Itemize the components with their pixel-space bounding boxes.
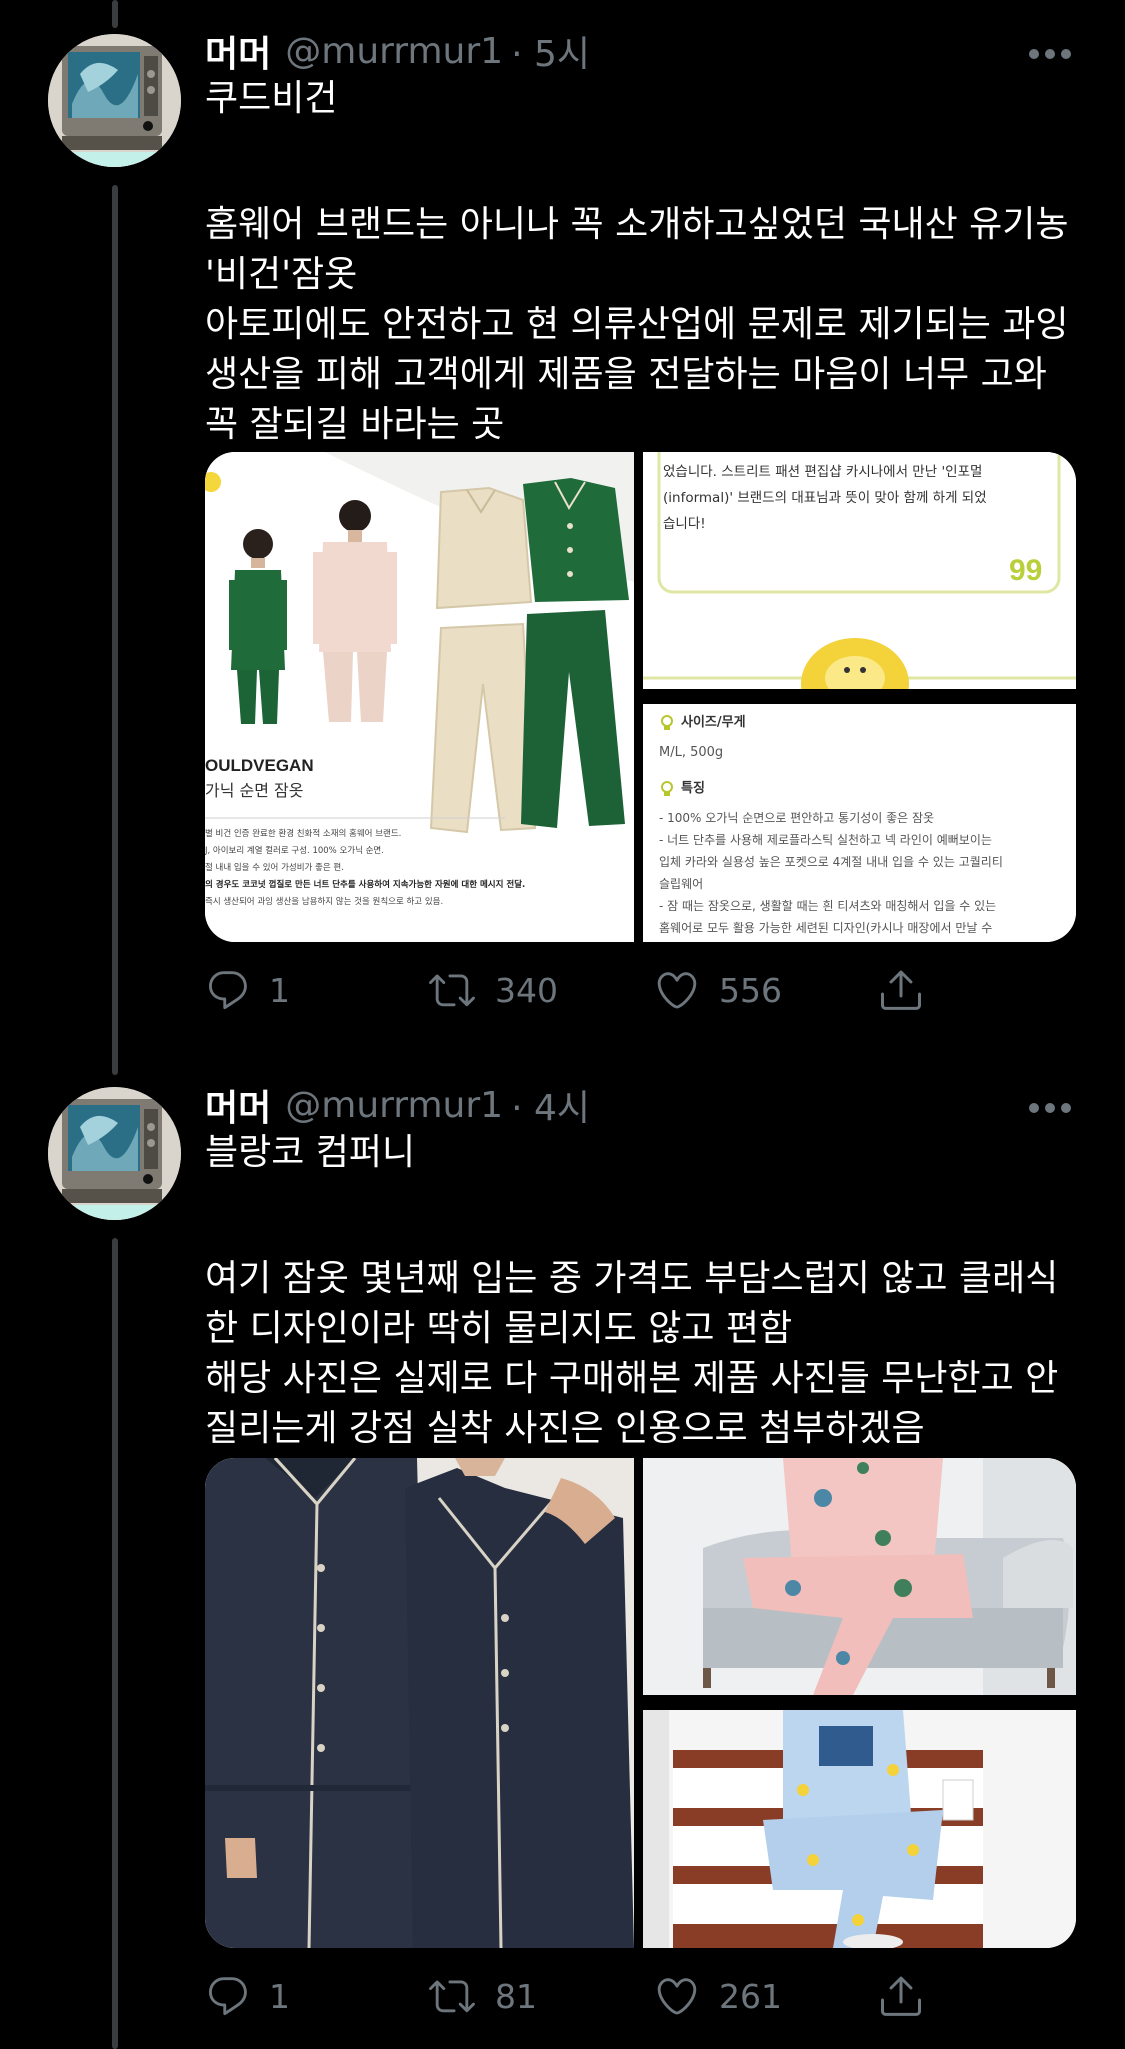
retweet-button[interactable]: 81 [427, 1966, 537, 2026]
reply-button[interactable]: 1 [205, 960, 290, 1020]
reply-icon [209, 971, 247, 1010]
tweet-line: 블랑코 컴퍼니 [205, 1132, 416, 1173]
share-button[interactable] [877, 1966, 925, 2026]
tweet-line: 한 디자인이라 딱히 물리지도 않고 편함 [205, 1308, 793, 1349]
tweet-line: 홈웨어 브랜드는 아니나 꼭 소개하고싶었던 국내산 유기농 [205, 204, 1069, 245]
feature-line: - 100% 오가닉 순면으로 편안하고 통기성이 좋은 잠옷 [659, 811, 934, 825]
tweet-line: 질리는게 강점 실착 사진은 인용으로 첨부하겠음 [205, 1408, 925, 1449]
reply-icon [209, 1977, 247, 2016]
author-name[interactable]: 머머 [205, 1079, 271, 1131]
tweet-header: 머머 @murrmur1 · 5시 [205, 26, 590, 76]
reply-count: 1 [269, 1976, 290, 2016]
quote-mark: 99 [1009, 554, 1042, 587]
like-button[interactable]: 261 [653, 1966, 782, 2026]
tweet-text: 블랑코 컴퍼니 여기 잠옷 몇년째 입는 중 가격도 부담스럽지 않고 클래식 … [205, 1128, 1085, 1454]
tweet-2[interactable]: 머머 @murrmur1 · 4시 블랑코 컴퍼니 여기 잠옷 몇년째 입는 중… [0, 1060, 1125, 2049]
feature-line: - 잠 때는 잠옷으로, 생활할 때는 흰 티셔츠와 매칭해서 입을 수 있는 [659, 899, 996, 913]
media-grid: OULDVEGAN 가닉 순면 잠옷 별 비건 인증 완료한 환경 친화적 소재… [205, 452, 1076, 942]
tweet-line: '비건'잠옷 [205, 254, 358, 295]
brand-note: 별 비건 인증 완료한 환경 친화적 소재의 홈웨어 브랜드. [205, 828, 401, 839]
interview-line: 습니다! [663, 516, 706, 532]
retweet-icon [429, 974, 475, 1007]
brand-note: 즉시 생산되어 과잉 생산을 남용하지 않는 것을 원칙으로 하고 있음. [205, 896, 443, 907]
feature-line: 슬립웨어 [659, 877, 703, 891]
avatar[interactable] [48, 1087, 181, 1220]
more-icon[interactable] [1028, 1099, 1072, 1113]
media-image-spec-card[interactable]: 사이즈/무게 M/L, 500g 특징 - 100% 오가닉 순면으로 편안하고… [643, 704, 1076, 942]
more-icon[interactable] [1028, 45, 1072, 59]
media-image-interview-card[interactable]: 었습니다. 스트리트 패션 편집샵 카시나에서 만난 '인포멀 (informa… [643, 452, 1076, 689]
feature-line: - 너트 단추를 사용해 제로플라스틱 실천하고 넥 라인이 예뻐보이는 [659, 832, 992, 847]
tweet-time[interactable]: · 4시 [511, 1079, 590, 1131]
retweet-count: 81 [495, 1976, 537, 2016]
author-handle[interactable]: @murrmur1 [285, 1085, 503, 1126]
media-image-pink-pajamas[interactable] [643, 1458, 1076, 1695]
size-heading: 사이즈/무게 [681, 714, 746, 730]
brand-note: 절 내내 입을 수 있어 가성비가 좋은 편. [205, 862, 344, 873]
tweet-actions: 1 81 261 [205, 1966, 1075, 2026]
tweet-line: 쿠드비건 [205, 78, 338, 119]
feature-line: 홈웨어로 모두 활용 가능한 세련된 디자인(카시나 매장에서 만날 수 [659, 921, 992, 935]
tweet-text: 쿠드비건 홈웨어 브랜드는 아니나 꼭 소개하고싶었던 국내산 유기농 '비건'… [205, 74, 1085, 450]
avatar[interactable] [48, 34, 181, 167]
tweet-1[interactable]: 머머 @murrmur1 · 5시 쿠드비건 홈웨어 브랜드는 아니나 꼭 소개… [0, 0, 1125, 1060]
media-image-blue-pajamas[interactable] [643, 1710, 1076, 1948]
share-icon [881, 1976, 921, 2016]
tweet-line: 꼭 잘되길 바라는 곳 [205, 404, 505, 445]
size-value: M/L, 500g [659, 745, 723, 760]
retweet-icon [429, 1980, 475, 2013]
brand-note: J, 아이보리 계열 컬러로 구성. 100% 오가닉 순면. [205, 845, 384, 856]
like-count: 261 [719, 1976, 782, 2016]
brand-name: OULDVEGAN [205, 756, 314, 775]
retweet-button[interactable]: 340 [427, 960, 558, 1020]
feature-heading: 특징 [681, 780, 705, 796]
tweet-line: 생산을 피해 고객에게 제품을 전달하는 마음이 너무 고와 [205, 354, 1047, 395]
like-count: 556 [719, 970, 782, 1010]
media-image-navy-pajamas[interactable] [205, 1458, 634, 1948]
heart-icon [657, 1978, 697, 2015]
author-name[interactable]: 머머 [205, 25, 271, 77]
media-grid [205, 1458, 1076, 1948]
tweet-line: 아토피에도 안전하고 현 의류산업에 문제로 제기되는 과잉 [205, 304, 1069, 345]
interview-line: 었습니다. 스트리트 패션 편집샵 카시나에서 만난 '인포멀 [663, 464, 982, 480]
author-handle[interactable]: @murrmur1 [285, 31, 503, 72]
share-button[interactable] [877, 960, 925, 1020]
tweet-actions: 1 340 556 [205, 960, 1075, 1020]
tweet-line: 해당 사진은 실제로 다 구매해본 제품 사진들 무난한고 안 [205, 1358, 1059, 1399]
like-button[interactable]: 556 [653, 960, 782, 1020]
tweet-line: 여기 잠옷 몇년째 입는 중 가격도 부담스럽지 않고 클래식 [205, 1258, 1059, 1299]
reply-count: 1 [269, 970, 290, 1010]
reply-button[interactable]: 1 [205, 1966, 290, 2026]
feature-line: 입체 카라와 실용성 높은 포켓으로 4계절 내내 입을 수 있는 고퀄리티 [659, 855, 1003, 869]
interview-line: (informal)' 브랜드의 대표님과 뜻이 맞아 함께 하게 되었 [663, 490, 987, 506]
tweet-header: 머머 @murrmur1 · 4시 [205, 1080, 590, 1130]
brand-note: 의 경우도 코코넛 껍질로 만든 너트 단추를 사용하여 지속가능한 자원에 대… [205, 879, 525, 890]
heart-icon [657, 972, 697, 1009]
tweet-time[interactable]: · 5시 [511, 25, 590, 77]
retweet-count: 340 [495, 970, 558, 1010]
brand-subtitle: 가닉 순면 잠옷 [205, 781, 304, 800]
share-icon [881, 970, 921, 1010]
media-image-couple-product[interactable]: OULDVEGAN 가닉 순면 잠옷 별 비건 인증 완료한 환경 친화적 소재… [205, 452, 634, 942]
